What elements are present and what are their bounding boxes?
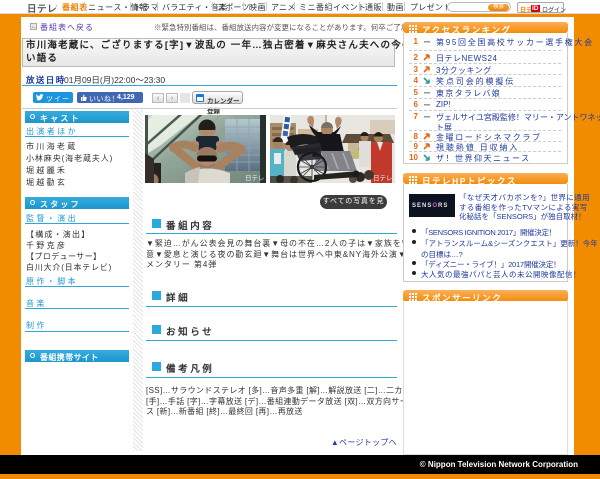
svg-text:日テレ: 日テレ xyxy=(373,174,393,182)
svg-text:日テレ: 日テレ xyxy=(245,174,265,182)
